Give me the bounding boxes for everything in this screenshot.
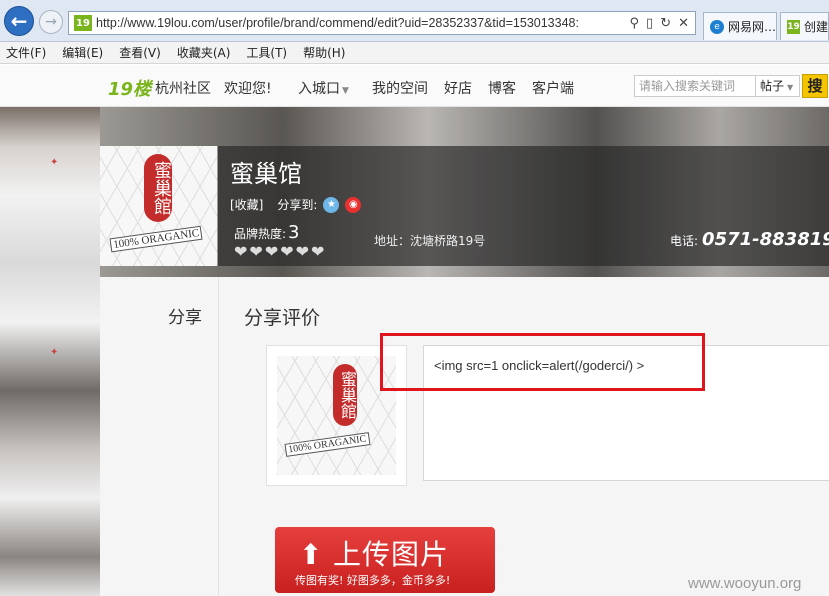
entry-menu-label: 入城口 [298,81,340,97]
tab-label: 创建 [803,20,828,34]
brand-phone: 电话: 0571-883819 [670,229,829,250]
address-url[interactable]: http://www.19lou.com/user/profile/brand/… [96,16,624,30]
page-background: ✦ ✦ [0,107,100,596]
menu-bar: 文件(F) 编辑(E) 查看(V) 收藏夹(A) 工具(T) 帮助(H) [0,42,829,64]
city-name[interactable]: 杭州社区 [155,78,211,98]
menu-favorites[interactable]: 收藏夹(A) [177,44,231,61]
menu-file[interactable]: 文件(F) [6,44,46,61]
tab-netease[interactable]: e 网易网… [703,12,777,40]
phone-number: 0571-883819 [702,229,829,250]
menu-view[interactable]: 查看(V) [119,44,161,61]
brand-logo-image: 蜜巢館 100% ORAGANIC [100,146,218,266]
nav-blog[interactable]: 博客 [488,78,516,98]
side-tab-label: 分享 [168,308,202,328]
preview-image: 蜜巢館 100% ORAGANIC [277,356,396,475]
heart-rating-icon: ❤❤❤❤❤❤ [234,242,327,261]
menu-edit[interactable]: 编辑(E) [62,44,103,61]
upload-image-button[interactable]: ⬆ 上传图片 传图有奖! 好图多多，金币多多! [275,527,495,593]
watermark: www.wooyun.org [688,575,802,592]
brand-actions: [收藏] 分享到: ★ ◉ [230,196,362,213]
nav-client[interactable]: 客户端 [532,78,574,98]
caret-down-icon: ▼ [787,83,794,92]
entry-menu[interactable]: 入城口 ▼ [298,78,349,98]
highlight-annotation-box [380,333,705,391]
crane-decor-icon: ✦ [50,347,59,358]
heat-label: 品牌热度: [234,227,287,241]
menu-tools[interactable]: 工具(T) [246,44,287,61]
browser-toolbar: ← → 19 http://www.19lou.com/user/profile… [0,0,829,42]
preview-seal: 蜜巢館 [333,364,357,426]
search-input[interactable]: 请输入搜索关键词 [634,75,756,97]
ie-icon: e [710,19,724,34]
search-button[interactable]: 搜 [802,74,828,98]
address-bar[interactable]: 19 http://www.19lou.com/user/profile/bra… [68,11,696,35]
welcome-text: 欢迎您! [224,81,272,97]
section-title: 分享评价 [244,307,321,329]
brand-seal: 蜜巢館 [144,154,172,222]
weibo-share-icon[interactable]: ◉ [345,196,362,213]
back-arrow-icon[interactable]: ← [4,6,34,36]
search-scope-label: 帖子 [760,79,785,93]
brand-heat: 品牌热度: 3 [234,222,300,243]
phone-label: 电话: [670,234,699,248]
upload-button-label: 上传图片 [333,538,450,571]
compat-view-icon[interactable]: ▯ [646,16,653,31]
menu-help[interactable]: 帮助(H) [303,44,345,61]
heat-value: 3 [288,222,300,243]
tab-label: 网易网… [727,20,776,34]
nav-my-space[interactable]: 我的空间 [372,78,428,98]
caret-down-icon: ▼ [342,86,349,96]
nav-good-shops[interactable]: 好店 [444,78,472,98]
forward-arrow-icon[interactable]: → [39,10,63,34]
share-label: 分享到: [277,198,318,212]
upload-button-subtext: 传图有奖! 好图多多，金币多多! [295,574,451,587]
site-favicon-icon: 19 [74,15,92,31]
19lou-icon: 19 [787,19,800,34]
brand-name: 蜜巢馆 [230,160,302,188]
search-icon[interactable]: ⚲ [630,16,640,31]
refresh-icon[interactable]: ↻ [660,16,671,31]
side-tab-share[interactable]: 分享 [100,295,218,335]
qzone-share-icon[interactable]: ★ [323,196,340,213]
stop-icon[interactable]: ✕ [678,16,689,31]
brand-address: 地址：沈塘桥路19号 [374,234,486,248]
tab-create[interactable]: 19 创建 [780,12,829,40]
divider [218,277,219,596]
site-logo[interactable]: 19楼 [108,75,151,101]
favorite-link[interactable]: [收藏] [230,196,263,213]
upload-arrow-icon: ⬆ [299,538,323,571]
site-header: 19楼 杭州社区 欢迎您! 入城口 ▼ 我的空间 好店 博客 客户端 请输入搜索关… [0,65,829,107]
search-scope-select[interactable]: 帖子 ▼ [756,75,800,97]
crane-decor-icon: ✦ [50,157,59,168]
